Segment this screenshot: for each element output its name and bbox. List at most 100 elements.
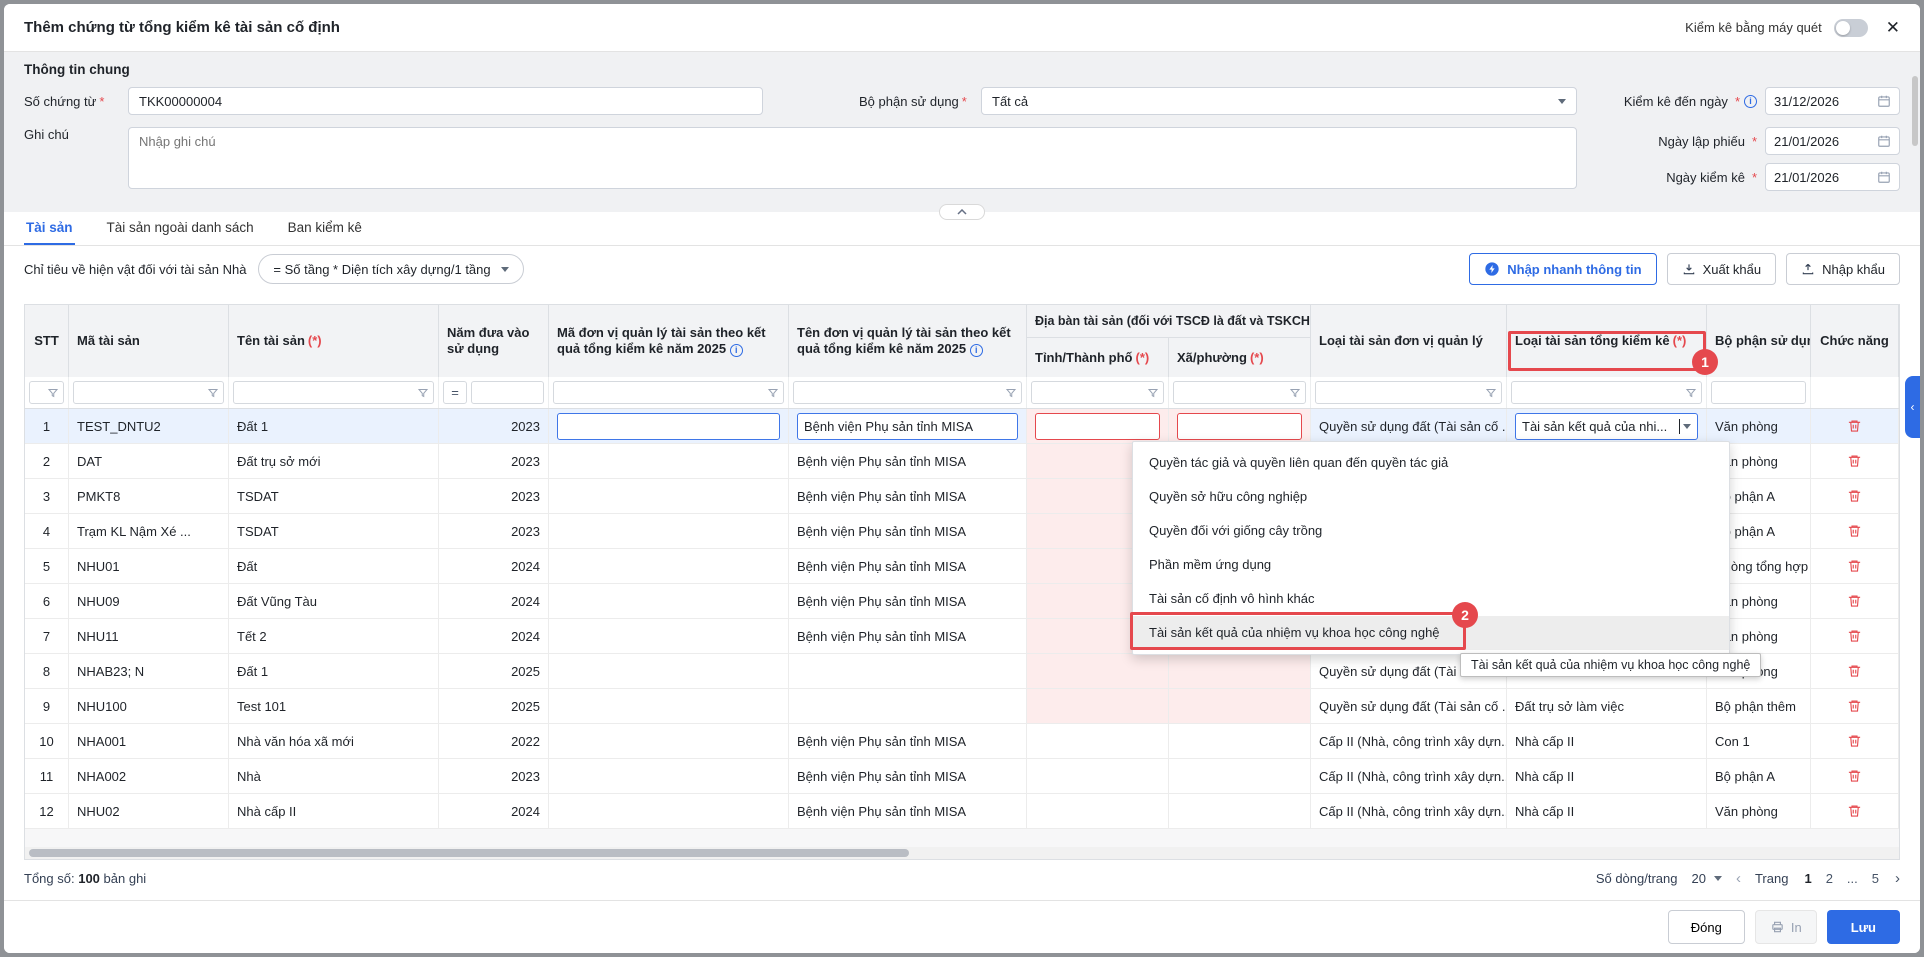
delete-row-button[interactable]	[1847, 698, 1862, 714]
col-header-bo-phan-su-dung[interactable]: Bộ phận sử dụng	[1707, 305, 1811, 377]
delete-row-button[interactable]	[1847, 628, 1862, 644]
cell-loaidv[interactable]: Cấp II (Nhà, công trình xây dựn...	[1311, 724, 1507, 758]
filter-xa[interactable]	[1173, 381, 1306, 404]
col-header-xa-phuong[interactable]: Xã/phường(*)	[1169, 338, 1311, 377]
cell-tendv[interactable]: Bệnh viện Phụ sản tỉnh MISA	[789, 479, 1027, 513]
loai-tai-san-tong-kiem-ke-combobox[interactable]: Tài sản kết quả của nhi...	[1515, 413, 1698, 440]
cell-ma[interactable]: NHU09	[69, 584, 229, 618]
cell-madv[interactable]	[549, 759, 789, 793]
cell-madv[interactable]	[549, 549, 789, 583]
filter-ten-don-vi[interactable]	[793, 381, 1022, 404]
filter-ma-don-vi[interactable]	[553, 381, 784, 404]
dropdown-option[interactable]: Quyền đối với giống cây trồng	[1133, 514, 1729, 548]
cell-tendv[interactable]: Bệnh viện Phụ sản tỉnh MISA	[789, 724, 1027, 758]
cell-stt[interactable]: 2	[25, 444, 69, 478]
ngay-kiem-ke-input[interactable]: 21/01/2026	[1765, 163, 1900, 191]
scan-toggle[interactable]	[1834, 19, 1868, 37]
cell-editor-tendv[interactable]: Bệnh viện Phụ sản tỉnh MISA	[797, 413, 1018, 440]
cell-tendv[interactable]: Bệnh viện Phụ sản tỉnh MISA	[789, 549, 1027, 583]
cell-tendv[interactable]: Bệnh viện Phụ sản tỉnh MISA	[789, 444, 1027, 478]
col-header-stt[interactable]: STT	[25, 305, 69, 377]
cell-tendv[interactable]	[789, 689, 1027, 723]
cell-loaidv[interactable]: Quyền sử dụng đất (Tài sản cố ...	[1311, 689, 1507, 723]
cell-loaitkk[interactable]: Nhà cấp II	[1507, 794, 1707, 828]
page-number[interactable]: 2	[1824, 871, 1835, 886]
cell-nam[interactable]: 2023	[439, 409, 549, 443]
scrollbar-thumb[interactable]	[29, 849, 909, 857]
cell-madv[interactable]	[549, 409, 789, 443]
cell-bophan[interactable]: Bộ phận thêm	[1707, 689, 1811, 723]
cell-bophan[interactable]: Văn phòng	[1707, 409, 1811, 443]
cell-bophan[interactable]: Con 1	[1707, 724, 1811, 758]
cell-editor-tinh[interactable]	[1035, 413, 1160, 440]
cell-ten[interactable]: Đất 1	[229, 409, 439, 443]
cell-stt[interactable]: 10	[25, 724, 69, 758]
tab-tai-san[interactable]: Tài sản	[24, 212, 75, 245]
filter-tinh[interactable]	[1031, 381, 1164, 404]
export-button[interactable]: Xuất khẩu	[1667, 253, 1777, 285]
cell-stt[interactable]: 6	[25, 584, 69, 618]
table-row[interactable]: 9NHU100Test 1012025Quyền sử dụng đất (Tà…	[25, 689, 1899, 724]
cell-ma[interactable]: NHU11	[69, 619, 229, 653]
cell-editor-xa[interactable]	[1177, 413, 1302, 440]
cell-madv[interactable]	[549, 794, 789, 828]
cell-tendv[interactable]: Bệnh viện Phụ sản tỉnh MISA	[789, 759, 1027, 793]
cell-xa[interactable]	[1169, 654, 1311, 688]
next-page-icon[interactable]: ›	[1895, 870, 1900, 887]
cell-madv[interactable]	[549, 479, 789, 513]
delete-row-button[interactable]	[1847, 803, 1862, 819]
cell-madv[interactable]	[549, 514, 789, 548]
cell-ten[interactable]: Nhà	[229, 759, 439, 793]
cell-loaidv[interactable]: Cấp II (Nhà, công trình xây dựn...	[1311, 759, 1507, 793]
cell-ten[interactable]: TSDAT	[229, 514, 439, 548]
cell-stt[interactable]: 11	[25, 759, 69, 793]
cell-stt[interactable]: 7	[25, 619, 69, 653]
cell-nam[interactable]: 2025	[439, 654, 549, 688]
cell-stt[interactable]: 1	[25, 409, 69, 443]
save-button[interactable]: Lưu	[1827, 910, 1900, 944]
ghi-chu-textarea[interactable]	[128, 127, 1577, 189]
cell-tinh[interactable]	[1027, 409, 1169, 443]
delete-row-button[interactable]	[1847, 523, 1862, 539]
cell-stt[interactable]: 12	[25, 794, 69, 828]
cell-nam[interactable]: 2025	[439, 689, 549, 723]
cell-loaitkk[interactable]: Đất trụ sở làm việc	[1507, 689, 1707, 723]
cell-madv[interactable]	[549, 584, 789, 618]
table-row[interactable]: 10NHA001Nhà văn hóa xã mới2022Bệnh viện …	[25, 724, 1899, 759]
cell-tendv[interactable]: Bệnh viện Phụ sản tỉnh MISA	[789, 619, 1027, 653]
delete-row-button[interactable]	[1847, 453, 1862, 469]
cell-editor-madv[interactable]	[557, 413, 780, 440]
cell-nam[interactable]: 2024	[439, 619, 549, 653]
criteria-select[interactable]: = Số tầng * Diện tích xây dựng/1 tầng	[258, 254, 523, 284]
cell-nam[interactable]: 2023	[439, 514, 549, 548]
cell-tendv[interactable]: Bệnh viện Phụ sản tỉnh MISA	[789, 584, 1027, 618]
bo-phan-su-dung-select[interactable]: Tất cả	[981, 87, 1577, 115]
cell-tendv[interactable]	[789, 654, 1027, 688]
filter-loai-tai-san-don-vi[interactable]	[1315, 381, 1502, 404]
cell-ma[interactable]: NHAB23; N	[69, 654, 229, 688]
cell-ten[interactable]: Đất	[229, 549, 439, 583]
filter-bo-phan[interactable]	[1711, 381, 1806, 404]
col-header-ma-don-vi[interactable]: Mã đơn vị quản lý tài sản theo kết quả t…	[549, 305, 789, 377]
cell-bophan[interactable]: Văn phòng	[1707, 794, 1811, 828]
cell-madv[interactable]	[549, 724, 789, 758]
kiem-ke-den-ngay-input[interactable]: 31/12/2026	[1765, 87, 1900, 115]
col-header-nam-dua-vao-su-dung[interactable]: Năm đưa vào sử dụng	[439, 305, 549, 377]
cell-nam[interactable]: 2023	[439, 444, 549, 478]
delete-row-button[interactable]	[1847, 733, 1862, 749]
dropdown-option[interactable]: Quyền sở hữu công nghiệp	[1133, 480, 1729, 514]
import-button[interactable]: Nhập khẩu	[1786, 253, 1900, 285]
cell-madv[interactable]	[549, 444, 789, 478]
cell-ten[interactable]: Tết 2	[229, 619, 439, 653]
close-icon[interactable]: ✕	[1886, 18, 1900, 38]
print-button[interactable]: In	[1755, 910, 1817, 944]
cell-stt[interactable]: 4	[25, 514, 69, 548]
cell-nam[interactable]: 2024	[439, 794, 549, 828]
table-row[interactable]: 12NHU02Nhà cấp II2024Bệnh viện Phụ sản t…	[25, 794, 1899, 829]
cell-xa[interactable]	[1169, 794, 1311, 828]
cell-nam[interactable]: 2022	[439, 724, 549, 758]
table-row[interactable]: 1TEST_DNTU2Đất 12023Bệnh viện Phụ sản tỉ…	[25, 409, 1899, 444]
cell-ten[interactable]: Đất trụ sở mới	[229, 444, 439, 478]
table-row[interactable]: 11NHA002Nhà2023Bệnh viện Phụ sản tỉnh MI…	[25, 759, 1899, 794]
quick-fill-button[interactable]: Nhập nhanh thông tin	[1469, 253, 1656, 285]
